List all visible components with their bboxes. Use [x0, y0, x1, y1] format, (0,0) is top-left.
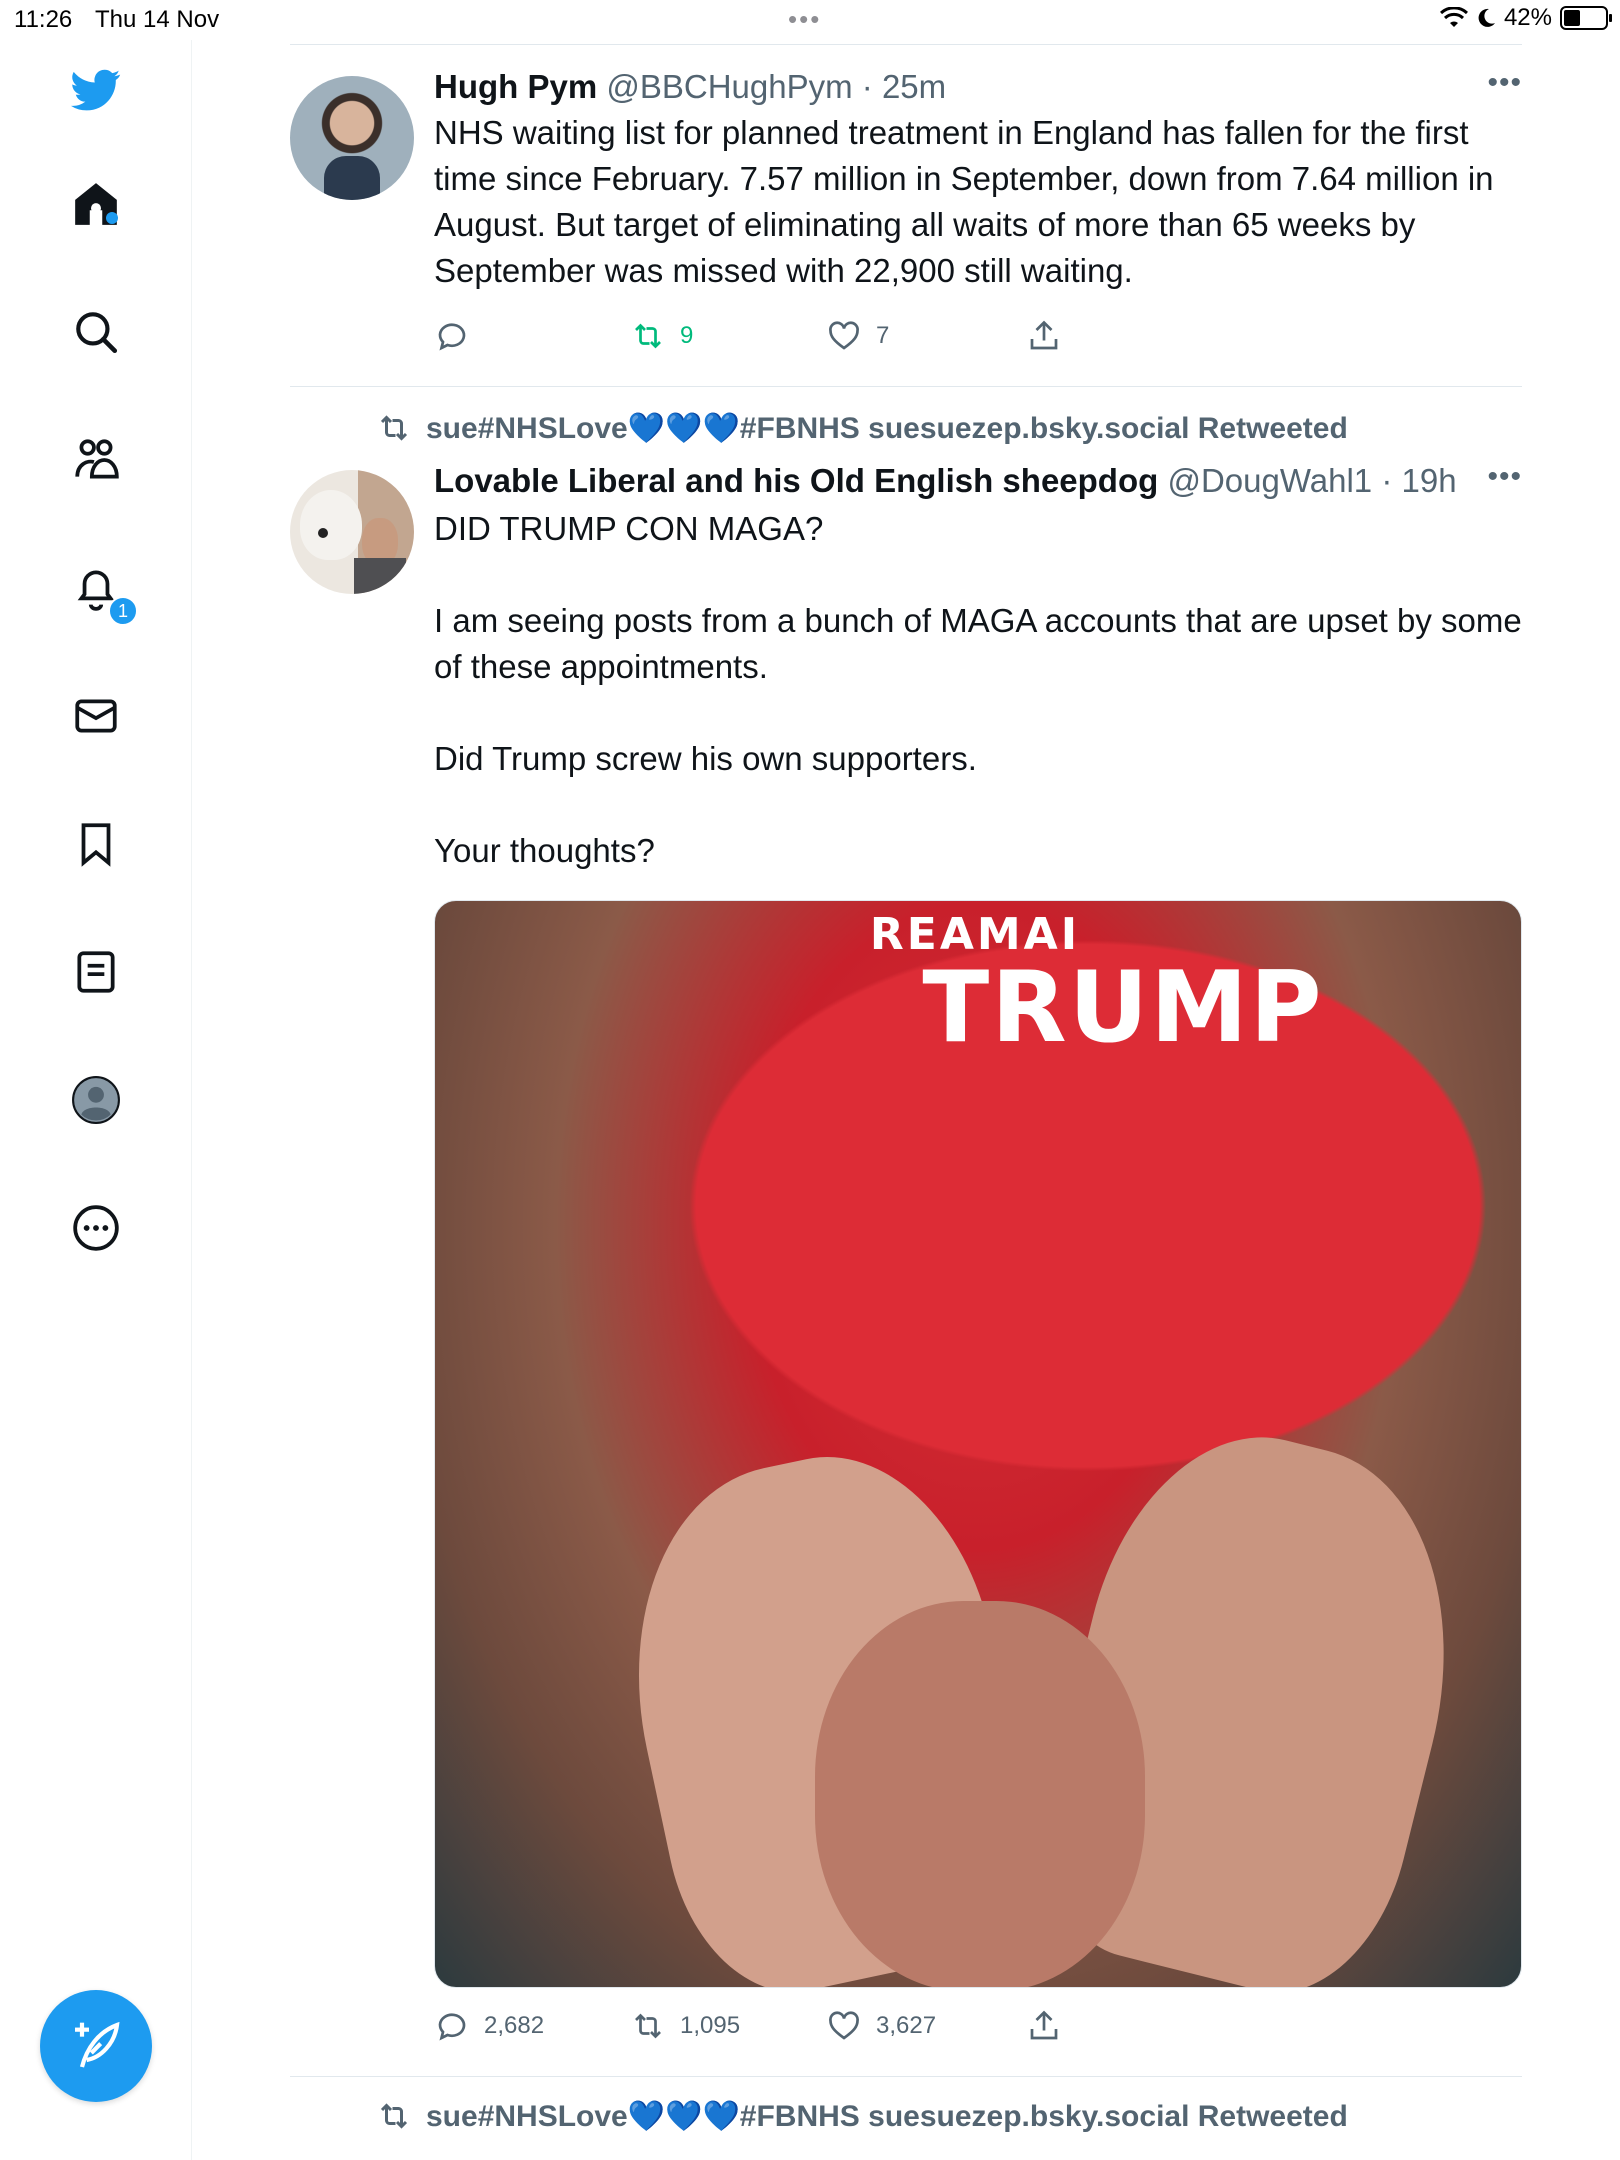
status-indicators: 42%: [1439, 4, 1612, 32]
tweet-text: DID TRUMP CON MAGA? I am seeing posts fr…: [434, 510, 1522, 869]
divider: [290, 386, 1522, 387]
more-options-icon[interactable]: •••: [1487, 66, 1522, 100]
reply-count: 2,682: [484, 2012, 545, 2039]
reply-icon: [438, 323, 466, 351]
moon-icon: [1478, 8, 1495, 27]
home-icon[interactable]: [62, 170, 130, 238]
share-button[interactable]: [1026, 2008, 1062, 2044]
like-button[interactable]: 3,627: [826, 2008, 936, 2044]
list-icon[interactable]: [62, 938, 130, 1006]
compose-icon: [75, 2021, 120, 2068]
tweet-text: NHS waiting list for planned treatment i…: [434, 114, 1494, 289]
retweeted-by-text: sue#NHSLove💙💙💙#FBNHS suesuezep.bsky.soci…: [426, 411, 1348, 445]
divider: [290, 2076, 1522, 2077]
retweet-count: 9: [680, 322, 694, 349]
share-button[interactable]: [1026, 318, 1062, 354]
battery-percent: 42%: [1503, 4, 1552, 31]
tweet-time[interactable]: 19h: [1401, 462, 1456, 499]
tweet-time[interactable]: 25m: [882, 68, 946, 105]
sidebar: 1: [0, 40, 192, 2160]
like-count: 3,627: [876, 2012, 937, 2039]
more-icon[interactable]: [62, 1194, 130, 1262]
retweet-button[interactable]: 1,095: [630, 2008, 740, 2044]
share-icon: [1030, 320, 1058, 350]
retweet-icon: [380, 2103, 408, 2129]
tweet-header: Lovable Liberal and his Old English shee…: [434, 462, 1457, 499]
retweeted-by-line[interactable]: sue#NHSLove💙💙💙#FBNHS suesuezep.bsky.soci…: [376, 2098, 1348, 2134]
status-bar: 11:26 Thu 14 Nov ••• 42%: [0, 0, 1620, 40]
author-name[interactable]: Lovable Liberal and his Old English shee…: [434, 462, 1158, 499]
avatar[interactable]: [290, 470, 414, 594]
battery-icon: [1560, 6, 1612, 30]
more-options-icon[interactable]: •••: [1487, 460, 1522, 494]
share-icon: [1030, 2010, 1058, 2040]
profile-icon[interactable]: [62, 1066, 130, 1134]
image-caption-main: TRUMP: [922, 951, 1324, 1065]
heart-icon: [829, 321, 859, 350]
compose-button[interactable]: [40, 1990, 152, 2102]
search-icon[interactable]: [62, 298, 130, 366]
twitter-bird-icon[interactable]: [62, 56, 130, 124]
reply-icon: [438, 2013, 466, 2041]
retweet-icon: [635, 2013, 661, 2039]
tweet-actions: 2,682 1,095 3,627: [434, 2006, 1522, 2046]
retweeted-by-text: sue#NHSLove💙💙💙#FBNHS suesuezep.bsky.soci…: [426, 2099, 1348, 2133]
divider: [290, 44, 1522, 45]
mail-icon[interactable]: [62, 682, 130, 750]
multitasking-dots[interactable]: •••: [788, 4, 821, 35]
tweet-image[interactable]: REAMAI TRUMP: [434, 900, 1522, 1988]
reply-button[interactable]: [434, 318, 484, 354]
tweet-actions: 9 7: [434, 316, 1522, 356]
reply-button[interactable]: 2,682: [434, 2008, 544, 2044]
retweet-icon: [380, 415, 408, 441]
retweet-count: 1,095: [680, 2012, 741, 2039]
retweet-icon: [635, 323, 661, 349]
author-handle[interactable]: @DougWahl1: [1167, 462, 1372, 499]
heart-icon: [829, 2011, 859, 2040]
status-time: 11:26: [14, 6, 73, 33]
retweet-button[interactable]: 9: [630, 318, 693, 354]
home-unread-dot: [106, 212, 118, 224]
bookmark-icon[interactable]: [62, 810, 130, 878]
people-icon[interactable]: [62, 426, 130, 494]
notification-badge: 1: [108, 596, 138, 626]
author-name[interactable]: Hugh Pym: [434, 68, 597, 105]
status-date: Thu 14 Nov: [95, 6, 220, 33]
avatar[interactable]: [290, 76, 414, 200]
retweeted-by-line[interactable]: sue#NHSLove💙💙💙#FBNHS suesuezep.bsky.soci…: [376, 410, 1348, 446]
author-handle[interactable]: @BBCHughPym: [606, 68, 852, 105]
wifi-icon: [1439, 7, 1468, 27]
like-button[interactable]: 7: [826, 318, 889, 354]
like-count: 7: [876, 322, 890, 349]
tweet-header: Hugh Pym @BBCHughPym · 25m: [434, 68, 947, 105]
